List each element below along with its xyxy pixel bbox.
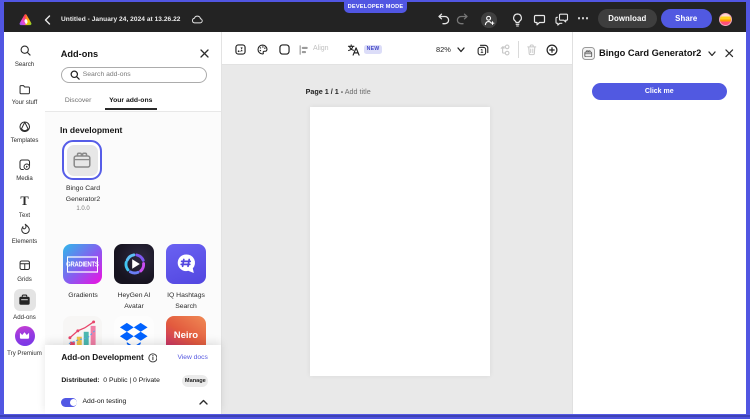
svg-text:1: 1	[480, 49, 483, 55]
